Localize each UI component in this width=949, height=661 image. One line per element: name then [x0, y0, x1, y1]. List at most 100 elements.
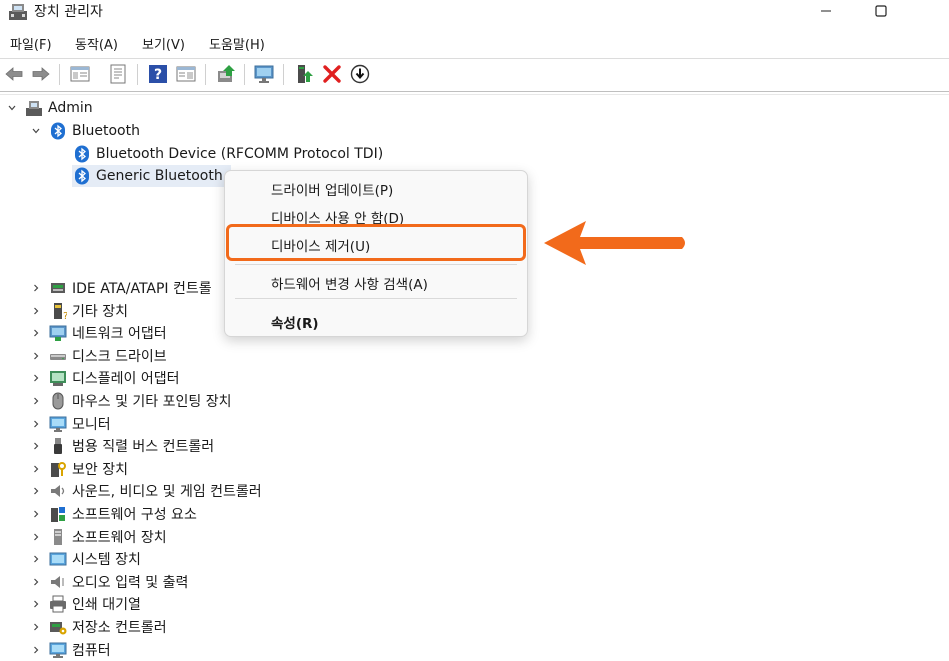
view-button[interactable] — [175, 63, 197, 85]
menu-file[interactable]: 파일(F) — [10, 34, 52, 53]
maximize-icon — [875, 5, 887, 17]
device-manager-icon — [8, 3, 28, 21]
chevron-right-icon[interactable] — [29, 552, 43, 566]
chevron-right-icon[interactable] — [29, 643, 43, 657]
computer-icon — [49, 641, 67, 659]
tree-category-label: 인쇄 대기열 — [72, 597, 141, 614]
menu-item-scan-hardware[interactable]: 하드웨어 변경 사항 검색(A) — [271, 273, 428, 293]
properties-button[interactable] — [107, 63, 129, 85]
chevron-right-icon[interactable] — [29, 281, 43, 295]
menu-item-update-driver[interactable]: 드라이버 업데이트(P) — [271, 179, 393, 199]
tree-category[interactable]: 범용 직렬 버스 컨트롤러 — [29, 435, 214, 457]
chevron-right-icon[interactable] — [29, 507, 43, 521]
monitor-icon — [254, 65, 274, 83]
toolbar-separator — [205, 64, 206, 85]
help-button[interactable]: ? — [147, 63, 169, 85]
uninstall-button[interactable] — [321, 63, 343, 85]
tree-category[interactable]: ? 기타 장치 — [29, 300, 128, 322]
chevron-right-icon[interactable] — [29, 326, 43, 340]
menu-separator — [235, 298, 517, 299]
scan-hardware-button[interactable] — [215, 63, 237, 85]
chevron-right-icon[interactable] — [29, 304, 43, 318]
tree-category[interactable]: 마우스 및 기타 포인팅 장치 — [29, 390, 231, 412]
toolbar-separator — [137, 64, 138, 85]
minimize-button[interactable] — [803, 0, 849, 22]
tree-category[interactable]: 컴퓨터 — [29, 639, 111, 661]
tree-category[interactable]: 인쇄 대기열 — [29, 593, 141, 615]
toolbar-separator — [283, 64, 284, 85]
chevron-right-icon[interactable] — [29, 597, 43, 611]
disable-icon — [350, 64, 370, 84]
svg-text:?: ? — [154, 67, 162, 83]
display-adapter-icon — [49, 369, 67, 387]
update-driver-button[interactable] — [293, 63, 315, 85]
chevron-right-icon[interactable] — [29, 394, 43, 408]
tree-category-label: 소프트웨어 구성 요소 — [72, 507, 197, 523]
tree-category-label: IDE ATA/ATAPI 컨트롤 — [72, 281, 212, 297]
tree-category-label: 디스크 드라이브 — [72, 348, 167, 365]
arrow-left-icon — [544, 221, 685, 265]
menu-help[interactable]: 도움말(H) — [209, 34, 265, 53]
tree-category[interactable]: 모니터 — [29, 413, 111, 435]
chevron-right-icon[interactable] — [29, 484, 43, 498]
chevron-right-icon[interactable] — [29, 462, 43, 476]
usb-icon — [49, 437, 67, 455]
ide-controller-icon — [49, 279, 67, 297]
tree-category[interactable]: 시스템 장치 — [29, 548, 141, 570]
scan-hardware-icon — [218, 65, 235, 82]
menu-item-properties[interactable]: 속성(R) — [271, 312, 319, 332]
chevron-down-icon[interactable] — [29, 124, 43, 138]
tree-category-label: 모니터 — [72, 416, 111, 433]
window-title: 장치 관리자 — [34, 4, 103, 20]
tree-root-label: Admin — [48, 100, 93, 116]
forward-button[interactable] — [30, 63, 52, 85]
toolbar-separator — [59, 64, 60, 85]
tree-category-label: Bluetooth — [72, 123, 140, 139]
bluetooth-icon — [49, 122, 67, 140]
tree-category[interactable]: 디스플레이 어댑터 — [29, 367, 180, 389]
chevron-right-icon[interactable] — [29, 575, 43, 589]
title-bar: 장치 관리자 — [0, 0, 949, 26]
properties-icon — [110, 64, 126, 84]
tree-category[interactable]: 소프트웨어 장치 — [29, 526, 167, 548]
uninstall-icon — [323, 65, 341, 83]
tree-category[interactable]: 네트워크 어댑터 — [29, 322, 167, 344]
menu-view[interactable]: 보기(V) — [142, 34, 185, 53]
storage-controller-icon — [49, 618, 67, 636]
other-device-icon: ? — [49, 302, 67, 320]
tree-category-label: 범용 직렬 버스 컨트롤러 — [72, 439, 215, 456]
disable-button[interactable] — [349, 63, 371, 85]
chevron-down-icon[interactable] — [5, 101, 19, 115]
help-icon: ? — [149, 65, 167, 83]
highlight-box — [226, 224, 526, 261]
menu-action[interactable]: 동작(A) — [75, 34, 118, 53]
tree-category[interactable]: 사운드, 비디오 및 게임 컨트롤러 — [29, 480, 262, 502]
chevron-right-icon[interactable] — [29, 349, 43, 363]
chevron-right-icon[interactable] — [29, 371, 43, 385]
tree-category-label: 보안 장치 — [72, 461, 128, 478]
chevron-right-icon[interactable] — [29, 439, 43, 453]
tree-root[interactable]: Admin — [5, 97, 93, 119]
tree-category[interactable]: IDE ATA/ATAPI 컨트롤 — [29, 277, 212, 299]
tree-category[interactable]: 저장소 컨트롤러 — [29, 616, 167, 638]
chevron-right-icon[interactable] — [29, 620, 43, 634]
chevron-right-icon[interactable] — [29, 530, 43, 544]
tree-device-label: Bluetooth Device (RFCOMM Protocol TDI) — [96, 146, 384, 162]
maximize-button[interactable] — [858, 0, 904, 22]
show-hide-tree-button[interactable] — [69, 63, 91, 85]
system-device-icon — [49, 550, 67, 568]
back-button[interactable] — [3, 63, 25, 85]
monitor-button[interactable] — [253, 63, 275, 85]
tree-device-bluetooth-rfcomm[interactable]: Bluetooth Device (RFCOMM Protocol TDI) — [73, 143, 383, 165]
tree-category[interactable]: 오디오 입력 및 출력 — [29, 571, 188, 593]
tree-category-bluetooth[interactable]: Bluetooth — [29, 120, 140, 142]
tree-category-label: 디스플레이 어댑터 — [72, 371, 180, 388]
chevron-right-icon[interactable] — [29, 417, 43, 431]
tree-category[interactable]: 소프트웨어 구성 요소 — [29, 503, 197, 525]
mouse-icon — [49, 392, 67, 410]
printer-icon — [49, 595, 67, 613]
tree-device-generic-bluetooth[interactable]: Generic Bluetooth — [72, 165, 231, 187]
show-hide-tree-icon — [70, 66, 90, 82]
tree-category[interactable]: 디스크 드라이브 — [29, 345, 167, 367]
tree-category[interactable]: 보안 장치 — [29, 458, 128, 480]
